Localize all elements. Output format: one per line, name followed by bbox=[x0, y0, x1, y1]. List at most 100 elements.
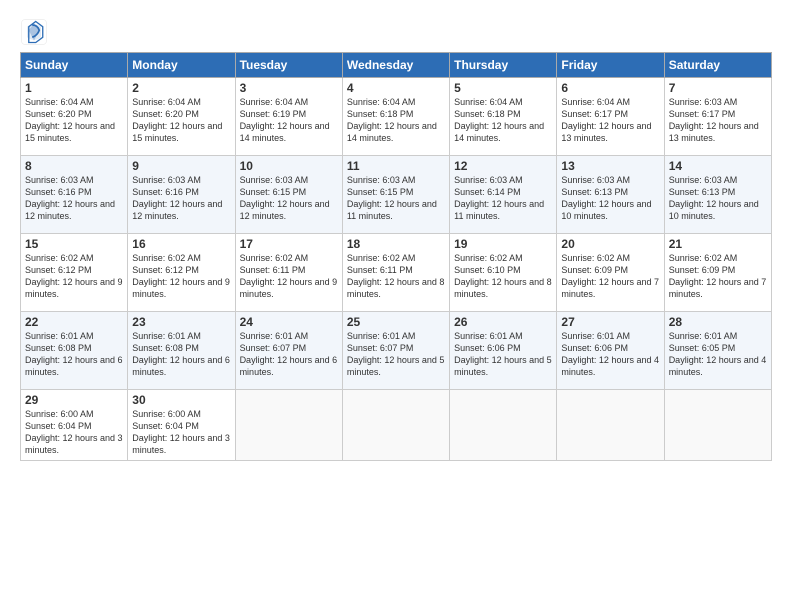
day-info: Sunrise: 6:02 AM Sunset: 6:12 PM Dayligh… bbox=[132, 252, 230, 301]
day-info: Sunrise: 6:04 AM Sunset: 6:20 PM Dayligh… bbox=[132, 96, 230, 145]
day-info: Sunrise: 6:01 AM Sunset: 6:07 PM Dayligh… bbox=[240, 330, 338, 379]
day-info: Sunrise: 6:01 AM Sunset: 6:07 PM Dayligh… bbox=[347, 330, 445, 379]
calendar-cell: 12 Sunrise: 6:03 AM Sunset: 6:14 PM Dayl… bbox=[450, 156, 557, 234]
calendar-cell: 18 Sunrise: 6:02 AM Sunset: 6:11 PM Dayl… bbox=[342, 234, 449, 312]
day-info: Sunrise: 6:03 AM Sunset: 6:16 PM Dayligh… bbox=[25, 174, 123, 223]
calendar-cell: 10 Sunrise: 6:03 AM Sunset: 6:15 PM Dayl… bbox=[235, 156, 342, 234]
day-number: 22 bbox=[25, 315, 123, 329]
day-number: 7 bbox=[669, 81, 767, 95]
calendar-cell: 21 Sunrise: 6:02 AM Sunset: 6:09 PM Dayl… bbox=[664, 234, 771, 312]
calendar-cell bbox=[342, 390, 449, 461]
calendar-cell: 19 Sunrise: 6:02 AM Sunset: 6:10 PM Dayl… bbox=[450, 234, 557, 312]
day-info: Sunrise: 6:03 AM Sunset: 6:17 PM Dayligh… bbox=[669, 96, 767, 145]
day-info: Sunrise: 6:02 AM Sunset: 6:11 PM Dayligh… bbox=[347, 252, 445, 301]
calendar-cell: 28 Sunrise: 6:01 AM Sunset: 6:05 PM Dayl… bbox=[664, 312, 771, 390]
calendar-cell bbox=[450, 390, 557, 461]
day-info: Sunrise: 6:04 AM Sunset: 6:19 PM Dayligh… bbox=[240, 96, 338, 145]
day-info: Sunrise: 6:01 AM Sunset: 6:06 PM Dayligh… bbox=[454, 330, 552, 379]
day-info: Sunrise: 6:03 AM Sunset: 6:13 PM Dayligh… bbox=[669, 174, 767, 223]
day-number: 20 bbox=[561, 237, 659, 251]
calendar-cell bbox=[557, 390, 664, 461]
day-number: 9 bbox=[132, 159, 230, 173]
day-number: 29 bbox=[25, 393, 123, 407]
calendar-cell bbox=[664, 390, 771, 461]
day-number: 19 bbox=[454, 237, 552, 251]
day-number: 17 bbox=[240, 237, 338, 251]
day-number: 26 bbox=[454, 315, 552, 329]
calendar-cell bbox=[235, 390, 342, 461]
calendar-cell: 4 Sunrise: 6:04 AM Sunset: 6:18 PM Dayli… bbox=[342, 78, 449, 156]
day-info: Sunrise: 6:04 AM Sunset: 6:20 PM Dayligh… bbox=[25, 96, 123, 145]
calendar-cell: 13 Sunrise: 6:03 AM Sunset: 6:13 PM Dayl… bbox=[557, 156, 664, 234]
calendar-cell: 25 Sunrise: 6:01 AM Sunset: 6:07 PM Dayl… bbox=[342, 312, 449, 390]
calendar-cell: 5 Sunrise: 6:04 AM Sunset: 6:18 PM Dayli… bbox=[450, 78, 557, 156]
day-number: 2 bbox=[132, 81, 230, 95]
weekday-header: Tuesday bbox=[235, 53, 342, 78]
day-number: 30 bbox=[132, 393, 230, 407]
day-number: 25 bbox=[347, 315, 445, 329]
day-number: 15 bbox=[25, 237, 123, 251]
day-info: Sunrise: 6:02 AM Sunset: 6:09 PM Dayligh… bbox=[669, 252, 767, 301]
weekday-header: Thursday bbox=[450, 53, 557, 78]
calendar-table: SundayMondayTuesdayWednesdayThursdayFrid… bbox=[20, 52, 772, 461]
day-info: Sunrise: 6:03 AM Sunset: 6:15 PM Dayligh… bbox=[347, 174, 445, 223]
calendar-cell: 1 Sunrise: 6:04 AM Sunset: 6:20 PM Dayli… bbox=[21, 78, 128, 156]
day-number: 5 bbox=[454, 81, 552, 95]
day-info: Sunrise: 6:01 AM Sunset: 6:08 PM Dayligh… bbox=[25, 330, 123, 379]
day-info: Sunrise: 6:01 AM Sunset: 6:06 PM Dayligh… bbox=[561, 330, 659, 379]
calendar-cell: 23 Sunrise: 6:01 AM Sunset: 6:08 PM Dayl… bbox=[128, 312, 235, 390]
calendar-cell: 27 Sunrise: 6:01 AM Sunset: 6:06 PM Dayl… bbox=[557, 312, 664, 390]
logo bbox=[20, 18, 52, 46]
day-number: 8 bbox=[25, 159, 123, 173]
day-info: Sunrise: 6:01 AM Sunset: 6:05 PM Dayligh… bbox=[669, 330, 767, 379]
calendar-cell: 7 Sunrise: 6:03 AM Sunset: 6:17 PM Dayli… bbox=[664, 78, 771, 156]
day-info: Sunrise: 6:04 AM Sunset: 6:17 PM Dayligh… bbox=[561, 96, 659, 145]
day-info: Sunrise: 6:03 AM Sunset: 6:15 PM Dayligh… bbox=[240, 174, 338, 223]
day-number: 14 bbox=[669, 159, 767, 173]
day-number: 4 bbox=[347, 81, 445, 95]
day-info: Sunrise: 6:03 AM Sunset: 6:16 PM Dayligh… bbox=[132, 174, 230, 223]
day-number: 24 bbox=[240, 315, 338, 329]
day-number: 13 bbox=[561, 159, 659, 173]
calendar-cell: 14 Sunrise: 6:03 AM Sunset: 6:13 PM Dayl… bbox=[664, 156, 771, 234]
calendar-cell: 16 Sunrise: 6:02 AM Sunset: 6:12 PM Dayl… bbox=[128, 234, 235, 312]
day-info: Sunrise: 6:02 AM Sunset: 6:10 PM Dayligh… bbox=[454, 252, 552, 301]
calendar-cell: 30 Sunrise: 6:00 AM Sunset: 6:04 PM Dayl… bbox=[128, 390, 235, 461]
calendar-cell: 2 Sunrise: 6:04 AM Sunset: 6:20 PM Dayli… bbox=[128, 78, 235, 156]
day-number: 21 bbox=[669, 237, 767, 251]
calendar-cell: 15 Sunrise: 6:02 AM Sunset: 6:12 PM Dayl… bbox=[21, 234, 128, 312]
day-number: 6 bbox=[561, 81, 659, 95]
day-info: Sunrise: 6:02 AM Sunset: 6:12 PM Dayligh… bbox=[25, 252, 123, 301]
calendar-cell: 9 Sunrise: 6:03 AM Sunset: 6:16 PM Dayli… bbox=[128, 156, 235, 234]
day-number: 10 bbox=[240, 159, 338, 173]
calendar-cell: 8 Sunrise: 6:03 AM Sunset: 6:16 PM Dayli… bbox=[21, 156, 128, 234]
calendar-cell: 3 Sunrise: 6:04 AM Sunset: 6:19 PM Dayli… bbox=[235, 78, 342, 156]
day-number: 27 bbox=[561, 315, 659, 329]
weekday-header: Monday bbox=[128, 53, 235, 78]
day-info: Sunrise: 6:04 AM Sunset: 6:18 PM Dayligh… bbox=[347, 96, 445, 145]
day-number: 3 bbox=[240, 81, 338, 95]
day-info: Sunrise: 6:01 AM Sunset: 6:08 PM Dayligh… bbox=[132, 330, 230, 379]
calendar-cell: 6 Sunrise: 6:04 AM Sunset: 6:17 PM Dayli… bbox=[557, 78, 664, 156]
day-number: 11 bbox=[347, 159, 445, 173]
day-number: 28 bbox=[669, 315, 767, 329]
day-number: 18 bbox=[347, 237, 445, 251]
weekday-header: Wednesday bbox=[342, 53, 449, 78]
calendar-cell: 11 Sunrise: 6:03 AM Sunset: 6:15 PM Dayl… bbox=[342, 156, 449, 234]
day-info: Sunrise: 6:02 AM Sunset: 6:11 PM Dayligh… bbox=[240, 252, 338, 301]
day-number: 23 bbox=[132, 315, 230, 329]
calendar-cell: 24 Sunrise: 6:01 AM Sunset: 6:07 PM Dayl… bbox=[235, 312, 342, 390]
day-number: 1 bbox=[25, 81, 123, 95]
day-info: Sunrise: 6:03 AM Sunset: 6:13 PM Dayligh… bbox=[561, 174, 659, 223]
calendar-cell: 29 Sunrise: 6:00 AM Sunset: 6:04 PM Dayl… bbox=[21, 390, 128, 461]
calendar-cell: 26 Sunrise: 6:01 AM Sunset: 6:06 PM Dayl… bbox=[450, 312, 557, 390]
weekday-header: Sunday bbox=[21, 53, 128, 78]
day-info: Sunrise: 6:00 AM Sunset: 6:04 PM Dayligh… bbox=[25, 408, 123, 457]
calendar-cell: 22 Sunrise: 6:01 AM Sunset: 6:08 PM Dayl… bbox=[21, 312, 128, 390]
day-number: 16 bbox=[132, 237, 230, 251]
weekday-header: Saturday bbox=[664, 53, 771, 78]
day-info: Sunrise: 6:04 AM Sunset: 6:18 PM Dayligh… bbox=[454, 96, 552, 145]
day-info: Sunrise: 6:00 AM Sunset: 6:04 PM Dayligh… bbox=[132, 408, 230, 457]
day-info: Sunrise: 6:03 AM Sunset: 6:14 PM Dayligh… bbox=[454, 174, 552, 223]
day-number: 12 bbox=[454, 159, 552, 173]
